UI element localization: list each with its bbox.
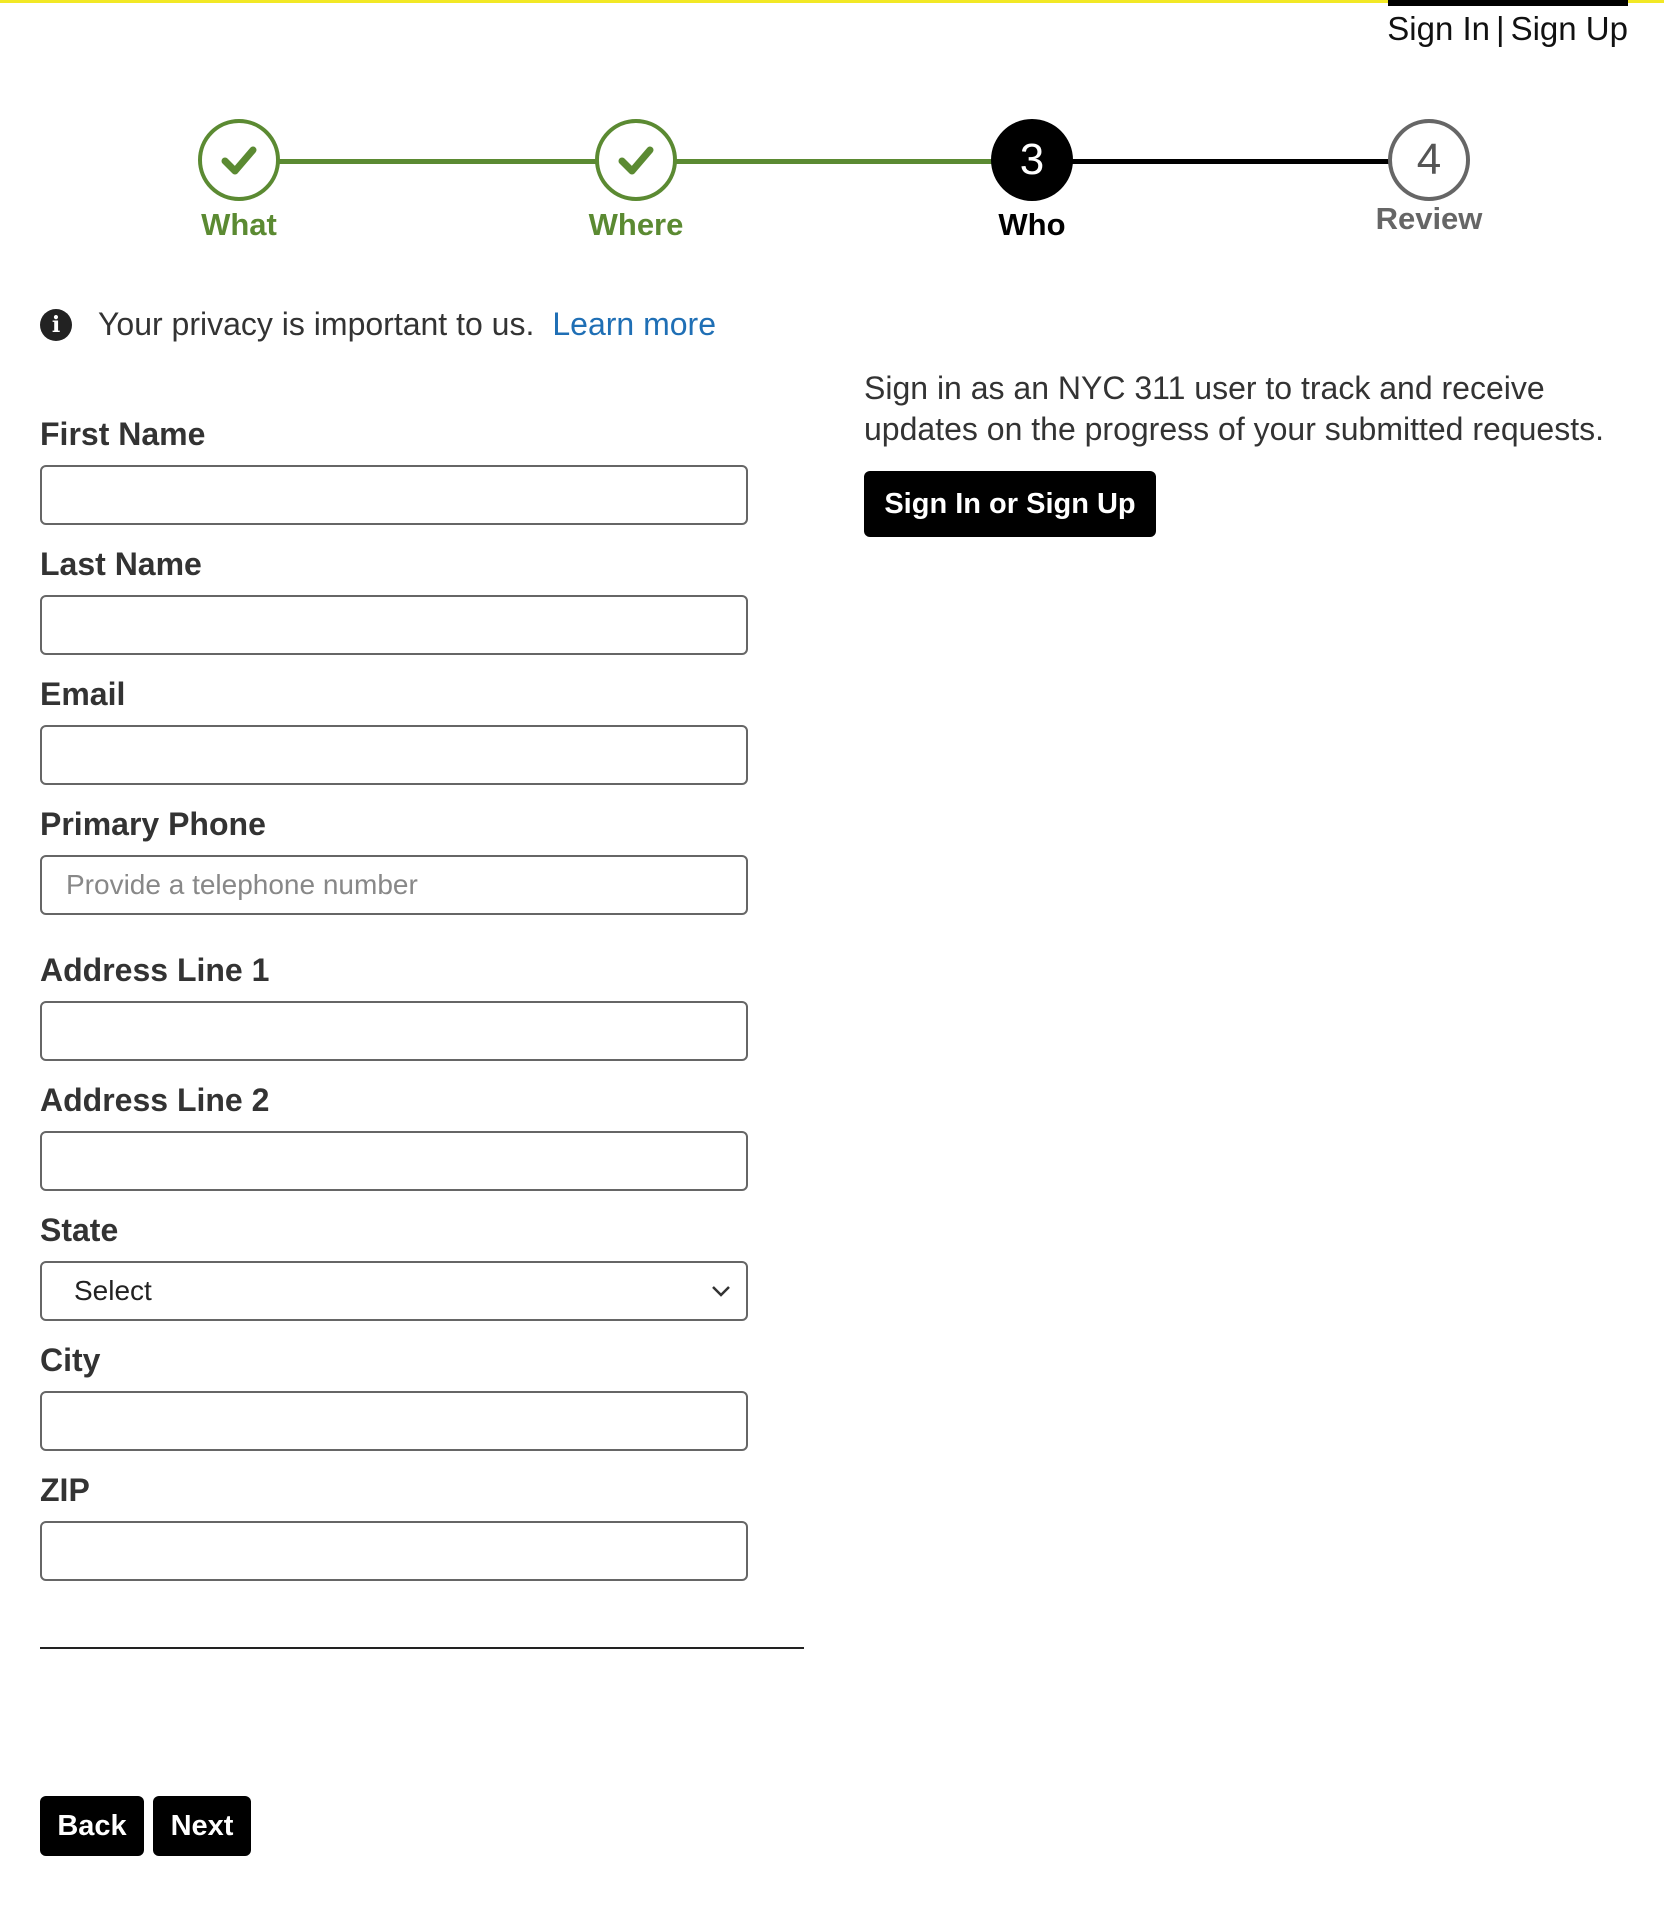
- form-divider: [40, 1647, 804, 1649]
- step-who-circle: 3: [991, 119, 1073, 201]
- email-label: Email: [40, 676, 126, 712]
- sign-up-link[interactable]: Sign Up: [1511, 10, 1628, 47]
- city-label: City: [40, 1342, 101, 1378]
- back-button[interactable]: Back: [40, 1796, 144, 1856]
- sign-in-link[interactable]: Sign In: [1387, 10, 1490, 47]
- step-connector-2: [676, 159, 1032, 164]
- check-icon: [221, 146, 257, 175]
- next-button[interactable]: Next: [153, 1796, 251, 1856]
- step-connector-1: [240, 159, 596, 164]
- state-select[interactable]: Select: [40, 1261, 748, 1321]
- info-icon: i: [40, 308, 72, 341]
- sign-in-or-sign-up-button[interactable]: Sign In or Sign Up: [864, 471, 1156, 537]
- step-review-number: 4: [1416, 135, 1442, 184]
- zip-label: ZIP: [40, 1472, 90, 1508]
- check-icon: [618, 146, 654, 175]
- city-input[interactable]: [40, 1391, 748, 1451]
- address-line-1-field: Address Line 1: [40, 952, 750, 1061]
- step-who-label: Who: [998, 207, 1066, 242]
- address-line-1-input[interactable]: [40, 1001, 748, 1061]
- address-line-2-label: Address Line 2: [40, 1082, 270, 1118]
- address-line-2-field: Address Line 2: [40, 1082, 750, 1191]
- last-name-label: Last Name: [40, 546, 202, 582]
- address-line-1-label: Address Line 1: [40, 952, 270, 988]
- signin-prompt-text: Sign in as an NYC 311 user to track and …: [864, 370, 1604, 447]
- primary-phone-input[interactable]: [40, 855, 748, 915]
- privacy-notice: i Your privacy is important to us. Learn…: [40, 306, 716, 343]
- zip-field: ZIP: [40, 1472, 750, 1581]
- learn-more-link[interactable]: Learn more: [552, 306, 716, 343]
- privacy-text: Your privacy is important to us.: [98, 306, 535, 342]
- last-name-input[interactable]: [40, 595, 748, 655]
- first-name-field: First Name: [40, 416, 750, 525]
- email-input[interactable]: [40, 725, 748, 785]
- progress-stepper: What Where 3 Who 4 Review: [0, 110, 1664, 260]
- step-what-circle: [198, 119, 280, 201]
- auth-separator: |: [1496, 10, 1505, 47]
- address-line-2-input[interactable]: [40, 1131, 748, 1191]
- email-field: Email: [40, 676, 750, 785]
- zip-input[interactable]: [40, 1521, 748, 1581]
- last-name-field: Last Name: [40, 546, 750, 655]
- state-select-value: Select: [74, 1275, 152, 1306]
- city-field: City: [40, 1342, 750, 1451]
- step-review-circle: 4: [1388, 119, 1470, 201]
- chevron-down-icon: [712, 1286, 730, 1297]
- step-who-number: 3: [1019, 135, 1045, 184]
- first-name-label: First Name: [40, 416, 206, 452]
- primary-phone-field: Primary Phone: [40, 806, 750, 915]
- state-field: State Select: [40, 1212, 750, 1321]
- step-connector-3: [1072, 159, 1428, 164]
- step-what-label: What: [201, 207, 277, 242]
- first-name-input[interactable]: [40, 465, 748, 525]
- step-where-label: Where: [588, 207, 684, 242]
- auth-bar-accent: [1388, 0, 1628, 6]
- auth-links: Sign In | Sign Up: [1387, 10, 1628, 48]
- state-label: State: [40, 1212, 119, 1248]
- step-where-circle: [595, 119, 677, 201]
- step-review-label: Review: [1375, 201, 1483, 236]
- primary-phone-label: Primary Phone: [40, 806, 266, 842]
